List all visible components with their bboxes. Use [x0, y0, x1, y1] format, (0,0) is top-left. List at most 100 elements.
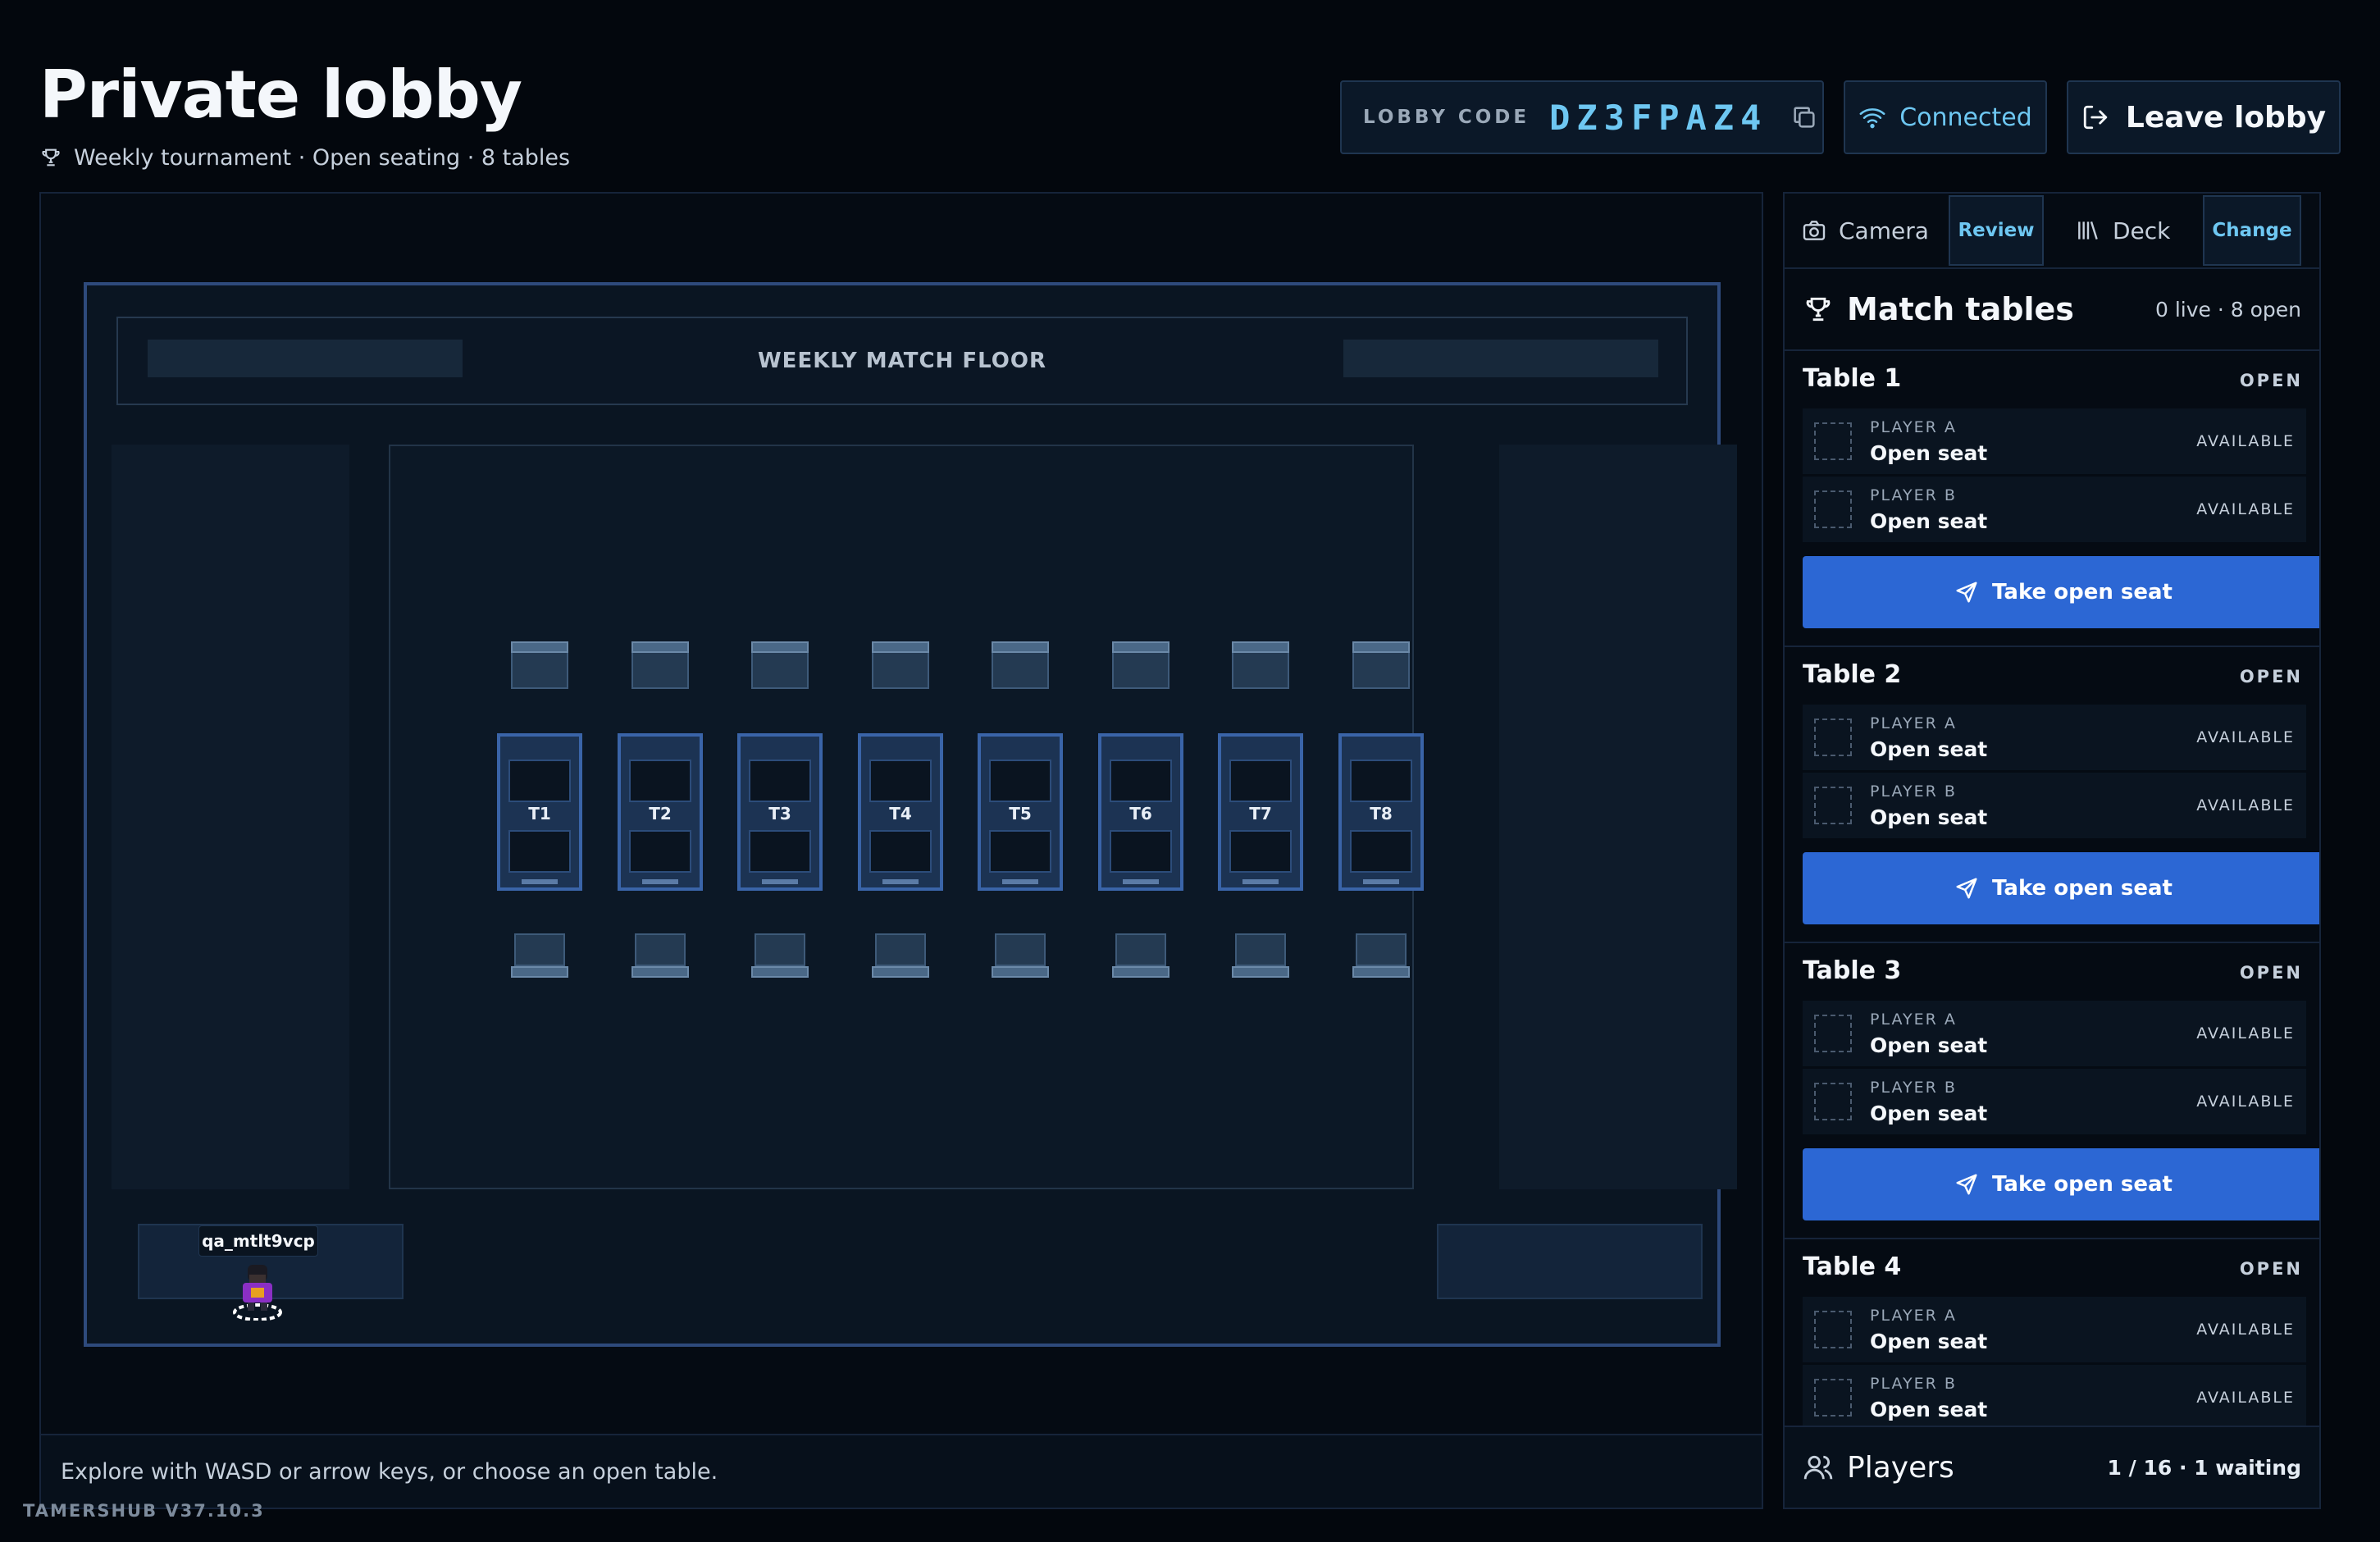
table-status-badge: OPEN: [2239, 1259, 2303, 1279]
stool-bottom: [1232, 933, 1289, 979]
seat-row[interactable]: PLAYER B Open seat AVAILABLE: [1803, 477, 2306, 542]
seat-value: Open seat: [1870, 509, 1988, 533]
floor-table-7[interactable]: T7: [1218, 733, 1303, 891]
camera-button[interactable]: Camera: [1801, 194, 1949, 267]
floor-table-label: T8: [1370, 804, 1393, 823]
banner-title: WEEKLY MATCH FLOOR: [758, 349, 1046, 373]
deck-icon: [2078, 221, 2098, 240]
take-open-seat-label: Take open seat: [1992, 876, 2173, 901]
lobby-code-label: LOBBY CODE: [1363, 107, 1530, 128]
seat-avatar-placeholder: [1814, 719, 1852, 756]
seat-state: AVAILABLE: [2196, 1389, 2295, 1407]
seat-row[interactable]: PLAYER A Open seat AVAILABLE: [1803, 1001, 2306, 1066]
seat-value: Open seat: [1870, 1329, 1988, 1353]
app-version: TAMERSHUB V37.10.3: [23, 1501, 265, 1521]
stool-top: [992, 641, 1049, 689]
seat-row[interactable]: PLAYER B Open seat AVAILABLE: [1803, 1069, 2306, 1134]
table-status-badge: OPEN: [2239, 963, 2303, 983]
seat-row[interactable]: PLAYER B Open seat AVAILABLE: [1803, 1365, 2306, 1429]
leave-lobby-label: Leave lobby: [2125, 100, 2327, 135]
seat-state: AVAILABLE: [2196, 796, 2295, 814]
seat-avatar-placeholder: [1814, 1311, 1852, 1348]
connection-status: Connected: [1844, 80, 2047, 154]
seat-row[interactable]: PLAYER A Open seat AVAILABLE: [1803, 1297, 2306, 1362]
table-card: Table 4 OPEN PLAYER A Open seat AVAILABLE PLA…: [1785, 1239, 2319, 1429]
take-open-seat-label: Take open seat: [1992, 1172, 2173, 1197]
match-floor[interactable]: WEEKLY MATCH FLOOR T1 T2 T3 T4 T5 T6 T7 T8 qa_m…: [84, 282, 1737, 1347]
connection-label: Connected: [1899, 103, 2032, 132]
seat-role: PLAYER B: [1870, 1078, 1957, 1097]
table-name: Table 2: [1803, 660, 1902, 689]
stool-bottom: [631, 933, 689, 979]
lobby-code-box: LOBBY CODE DZ3FPAZ4: [1340, 80, 1824, 154]
floor-table-8[interactable]: T8: [1338, 733, 1424, 891]
seat-avatar-placeholder: [1814, 1379, 1852, 1417]
panel-toolbar: Camera Review Deck Change: [1785, 194, 2319, 269]
seat-value: Open seat: [1870, 1397, 1988, 1421]
seat-row[interactable]: PLAYER A Open seat AVAILABLE: [1803, 705, 2306, 770]
floor-table-label: T6: [1129, 804, 1152, 823]
match-tables-stat: 0 live · 8 open: [2154, 297, 2301, 322]
stool-top: [872, 641, 929, 689]
seat-row[interactable]: PLAYER A Open seat AVAILABLE: [1803, 408, 2306, 474]
floor-table-4[interactable]: T4: [858, 733, 943, 891]
stool-bottom: [872, 933, 929, 979]
change-button[interactable]: Change: [2203, 195, 2301, 266]
floor-table-label: T2: [649, 804, 672, 823]
player-nametag: qa_mtlt9vcp: [198, 1225, 318, 1257]
take-open-seat-button[interactable]: Take open seat: [1803, 1148, 2319, 1220]
lobby-map[interactable]: WEEKLY MATCH FLOOR T1 T2 T3 T4 T5 T6 T7 T8 qa_m…: [39, 192, 1763, 1509]
seat-value: Open seat: [1870, 737, 1988, 761]
stool-top: [631, 641, 689, 689]
seat-state: AVAILABLE: [2196, 1093, 2295, 1111]
wifi-icon: [1859, 108, 1885, 129]
floor-table-6[interactable]: T6: [1098, 733, 1183, 891]
take-open-seat-button[interactable]: Take open seat: [1803, 852, 2319, 924]
table-card: Table 1 OPEN PLAYER A Open seat AVAILABLE PLA…: [1785, 351, 2319, 647]
seat-role: PLAYER B: [1870, 782, 1957, 801]
floor-table-5[interactable]: T5: [978, 733, 1063, 891]
floor-table-label: T1: [528, 804, 551, 823]
seat-value: Open seat: [1870, 1101, 1988, 1125]
camera-label: Camera: [1839, 217, 1929, 244]
seat-role: PLAYER A: [1870, 714, 1957, 732]
lobby-code-value: DZ3FPAZ4: [1549, 97, 1768, 138]
take-open-seat-button[interactable]: Take open seat: [1803, 556, 2319, 628]
side-panel: Camera Review Deck Change Match tables 0…: [1783, 192, 2321, 1509]
player-avatar[interactable]: [228, 1261, 287, 1321]
stool-bottom: [1352, 933, 1410, 979]
camera-icon: [1803, 221, 1826, 240]
floor-table-label: T5: [1009, 804, 1032, 823]
right-bench: [1437, 1224, 1703, 1299]
players-stat: 1 / 16 · 1 waiting: [2107, 1455, 2301, 1480]
players-bar[interactable]: Players 1 / 16 · 1 waiting: [1785, 1426, 2319, 1508]
match-tables-list[interactable]: Table 1 OPEN PLAYER A Open seat AVAILABLE PLA…: [1785, 351, 2319, 1429]
seat-value: Open seat: [1870, 1033, 1988, 1057]
lobby-subtitle: Weekly tournament · Open seating · 8 tab…: [39, 141, 570, 174]
floor-table-3[interactable]: T3: [737, 733, 823, 891]
seat-state: AVAILABLE: [2196, 432, 2295, 450]
copy-icon[interactable]: [1790, 103, 1818, 131]
table-name: Table 3: [1803, 956, 1902, 985]
review-button[interactable]: Review: [1949, 195, 2044, 266]
take-open-seat-label: Take open seat: [1992, 580, 2173, 604]
seat-avatar-placeholder: [1814, 1015, 1852, 1052]
send-icon: [1956, 582, 1977, 603]
deck-button[interactable]: Deck: [2075, 194, 2203, 267]
seat-state: AVAILABLE: [2196, 1024, 2295, 1042]
players-title: Players: [1847, 1450, 1954, 1485]
seat-avatar-placeholder: [1814, 787, 1852, 824]
stool-bottom: [511, 933, 568, 979]
leave-lobby-button[interactable]: Leave lobby: [2067, 80, 2341, 154]
match-tables-title: Match tables: [1847, 291, 2074, 327]
seat-value: Open seat: [1870, 805, 1988, 829]
floor-table-2[interactable]: T2: [618, 733, 703, 891]
trophy-icon: [1806, 297, 1831, 322]
right-aisle: [1499, 445, 1737, 1189]
table-name: Table 1: [1803, 364, 1902, 393]
floor-table-label: T4: [889, 804, 912, 823]
seat-avatar-placeholder: [1814, 1083, 1852, 1120]
seat-row[interactable]: PLAYER B Open seat AVAILABLE: [1803, 773, 2306, 838]
floor-table-1[interactable]: T1: [497, 733, 582, 891]
logout-icon: [2083, 105, 2108, 130]
